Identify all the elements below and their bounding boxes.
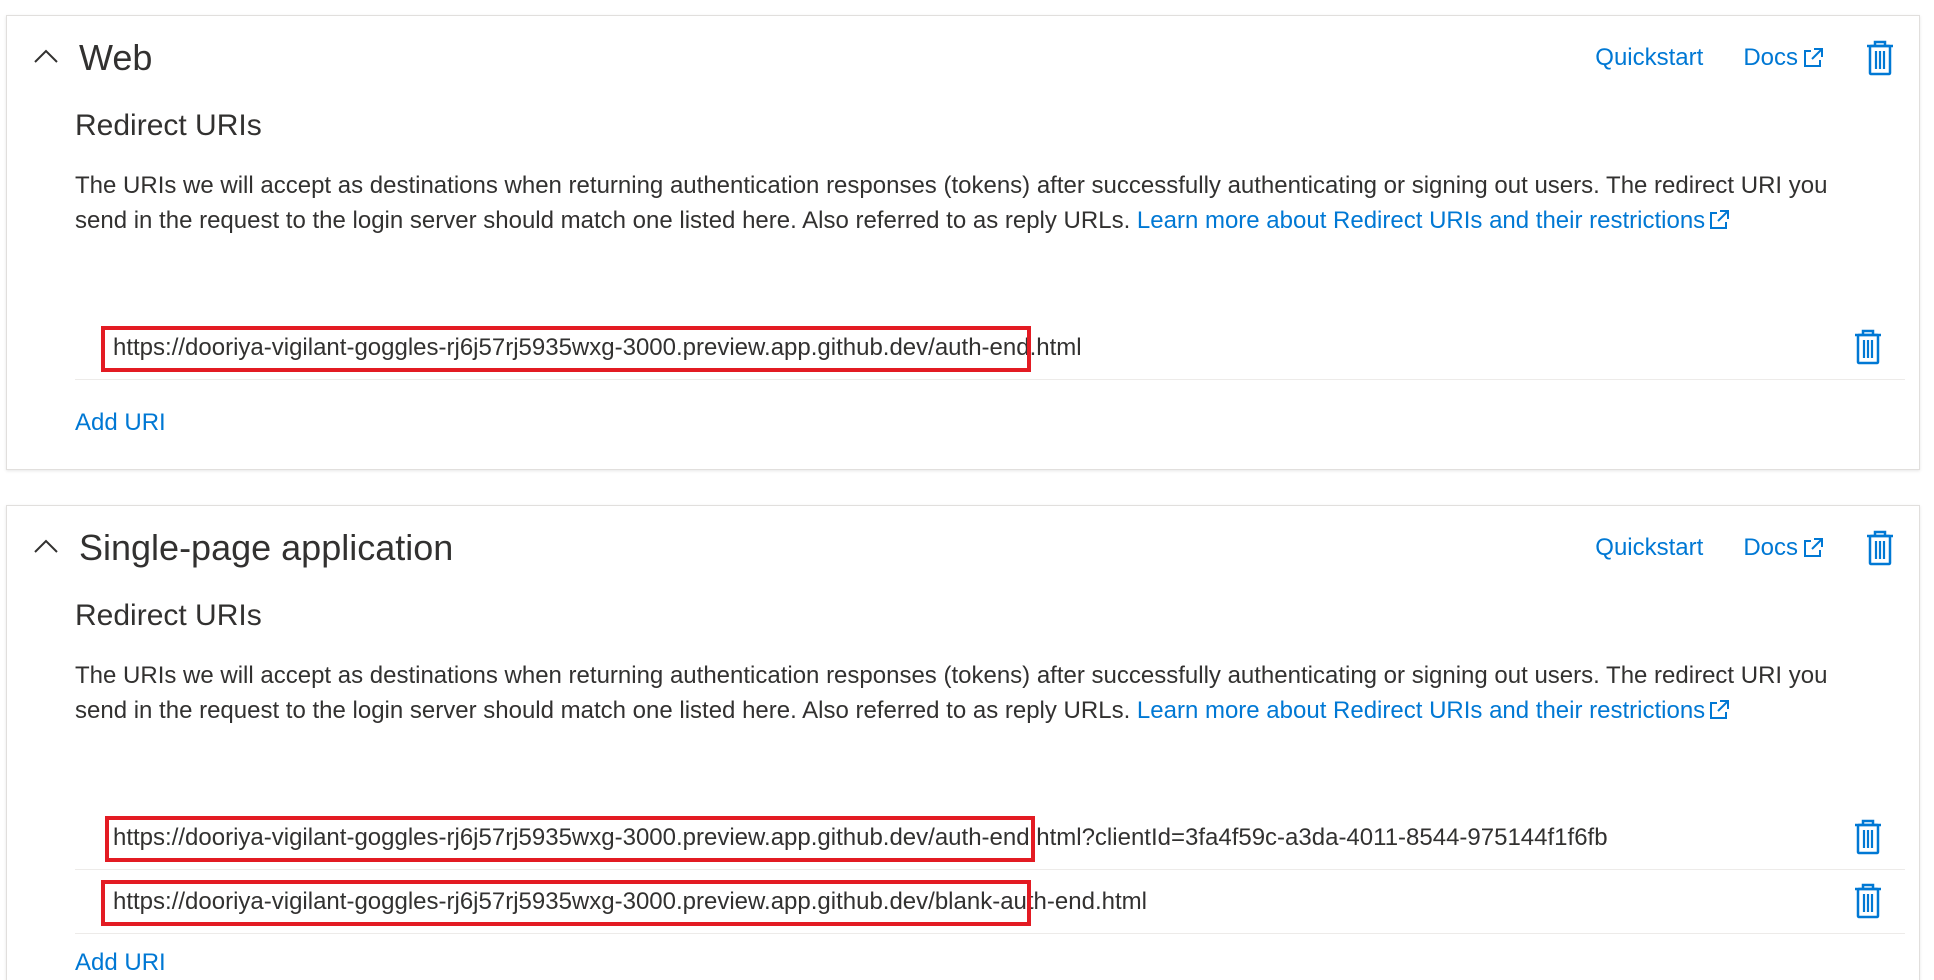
learn-more-label: Learn more about Redirect URIs and their…: [1136, 697, 1706, 724]
redirect-uri-value[interactable]: https://dooriya-vigilant-goggles-rj6j57r…: [113, 821, 1608, 855]
quickstart-link[interactable]: Quickstart: [1595, 44, 1703, 72]
panel-title: Single-page application: [79, 527, 454, 568]
docs-link-label: Docs: [1743, 534, 1798, 561]
docs-link-label: Docs: [1743, 44, 1798, 71]
redirect-uris-description: The URIs we will accept as destinations …: [75, 658, 1885, 728]
redirect-uri-row[interactable]: https://dooriya-vigilant-goggles-rj6j57r…: [75, 806, 1905, 870]
redirect-uris-description: The URIs we will accept as destinations …: [75, 168, 1885, 238]
web-panel-header: Web Quickstart Docs: [7, 16, 1919, 92]
delete-platform-trash-icon[interactable]: [1865, 530, 1895, 566]
redirect-uri-row[interactable]: https://dooriya-vigilant-goggles-rj6j57r…: [75, 870, 1905, 934]
add-uri-link[interactable]: Add URI: [75, 406, 166, 440]
panel-title: Web: [79, 37, 153, 78]
learn-more-link[interactable]: Learn more about Redirect URIs and their…: [1137, 207, 1731, 234]
delete-platform-trash-icon[interactable]: [1865, 40, 1895, 76]
quickstart-link[interactable]: Quickstart: [1595, 534, 1703, 562]
docs-link[interactable]: Docs: [1743, 534, 1825, 562]
delete-uri-trash-icon[interactable]: [1853, 883, 1883, 919]
external-link-icon: [1804, 48, 1823, 67]
learn-more-label: Learn more about Redirect URIs and their…: [1136, 207, 1706, 234]
delete-uri-trash-icon[interactable]: [1853, 329, 1883, 365]
panel-header-actions: Quickstart Docs: [1595, 38, 1895, 78]
redirect-uris-heading: Redirect URIs: [75, 599, 262, 632]
redirect-uri-value[interactable]: https://dooriya-vigilant-goggles-rj6j57r…: [113, 885, 1147, 919]
web-platform-panel: Web Quickstart Docs Redirect URIs The UR…: [6, 15, 1920, 470]
external-link-icon: [1804, 538, 1823, 557]
app-registration-platforms: Web Quickstart Docs Redirect URIs The UR…: [0, 0, 1934, 980]
add-uri-link[interactable]: Add URI: [75, 946, 166, 980]
chevron-up-icon[interactable]: [33, 48, 59, 64]
docs-link[interactable]: Docs: [1743, 44, 1825, 72]
redirect-uri-value[interactable]: https://dooriya-vigilant-goggles-rj6j57r…: [113, 331, 1082, 365]
chevron-up-icon[interactable]: [33, 538, 59, 554]
panel-header-actions: Quickstart Docs: [1595, 528, 1895, 568]
spa-panel-header: Single-page application Quickstart Docs: [7, 506, 1919, 582]
delete-uri-trash-icon[interactable]: [1853, 819, 1883, 855]
external-link-icon: [1710, 700, 1730, 719]
redirect-uri-row[interactable]: https://dooriya-vigilant-goggles-rj6j57r…: [75, 316, 1905, 380]
spa-platform-panel: Single-page application Quickstart Docs: [6, 505, 1920, 980]
redirect-uris-heading: Redirect URIs: [75, 109, 262, 142]
external-link-icon: [1710, 210, 1730, 229]
learn-more-link[interactable]: Learn more about Redirect URIs and their…: [1137, 697, 1731, 724]
